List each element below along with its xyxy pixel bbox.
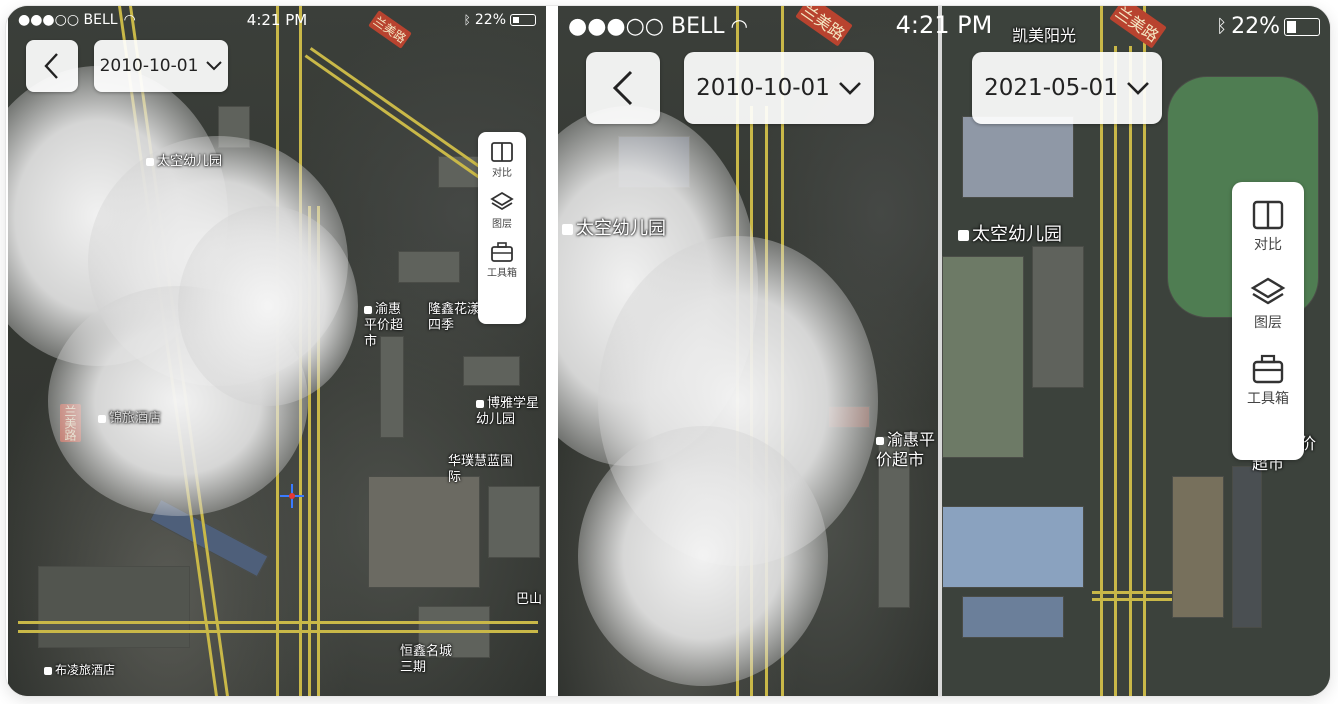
back-button[interactable] (26, 40, 78, 92)
poi-label[interactable]: 布凌旅酒店 (44, 662, 115, 678)
poi-label[interactable]: 太空幼儿园 (958, 224, 1062, 246)
location-marker-icon[interactable] (280, 484, 304, 508)
poi-label[interactable]: 太空幼儿园 (562, 218, 666, 240)
layers-icon (490, 191, 514, 211)
date-select-left[interactable]: 2010-10-01 (684, 52, 874, 124)
battery-status: ᛒ 22% (1216, 14, 1320, 39)
status-time: 4:21 PM (895, 11, 993, 39)
bluetooth-icon: ᛒ (1216, 16, 1228, 37)
cloud (578, 426, 828, 686)
toolbox-label: 工具箱 (1247, 391, 1289, 407)
battery-status: ᛒ 22% (464, 12, 536, 28)
status-time: 4:21 PM (246, 11, 308, 29)
date-select[interactable]: 2010-10-01 (94, 40, 228, 92)
chevron-down-icon (838, 82, 861, 95)
road-horizontal (1092, 591, 1172, 601)
compare-icon (1252, 200, 1284, 230)
layers-label: 图层 (492, 219, 512, 230)
map-toolbar: 对比 图层 工具箱 (478, 132, 526, 324)
toolbox-button[interactable]: 工具箱 (1247, 354, 1289, 408)
compare-split-line[interactable] (938, 6, 942, 696)
right-compare-panel[interactable]: 兰美路 太空幼儿园 渝惠平价超市 兰美路 太空幼儿园 价超市 凯美阳光 ●●●○… (558, 6, 1330, 696)
carrier-label: ●●●○○ BELL ◠ (568, 14, 748, 39)
battery-icon (1284, 17, 1320, 36)
panel-divider (546, 6, 558, 696)
poi-label[interactable]: 渝惠平价超市 (876, 430, 936, 470)
poi-label[interactable]: 锦旅酒店 (98, 411, 161, 427)
wifi-icon: ◠ (730, 14, 748, 38)
left-map-panel[interactable]: 兰美路 兰美路 太空幼儿园 渝惠平价超市 隆鑫花漾四季 博雅学星幼儿园 华璞慧蓝… (8, 6, 546, 696)
compare-button[interactable]: 对比 (491, 142, 513, 179)
toolbox-button[interactable]: 工具箱 (487, 242, 517, 279)
date-value: 2010-10-01 (99, 56, 199, 76)
poi-label[interactable]: 渝惠平价超市 (364, 302, 408, 350)
road-horizontal-bottom (18, 621, 538, 633)
chevron-left-icon (612, 70, 633, 106)
compare-label: 对比 (1254, 237, 1282, 253)
layers-label: 图层 (1254, 315, 1282, 331)
toolbox-icon (1252, 354, 1284, 384)
layers-button[interactable]: 图层 (1250, 276, 1286, 332)
status-bar: ●●●○○ BELL ◠ 4:21 PM ᛒ 22% (8, 6, 546, 34)
battery-icon (510, 14, 536, 26)
layers-icon (1250, 277, 1286, 305)
status-bar: ●●●○○ BELL ◠ 4:21 PM ᛒ 22% (558, 6, 1330, 46)
date-value-left: 2010-10-01 (696, 75, 830, 101)
compare-button[interactable]: 对比 (1252, 200, 1284, 254)
poi-label[interactable]: 巴山 (516, 592, 542, 608)
carrier-label: ●●●○○ BELL ◠ (18, 12, 136, 28)
date-select-right[interactable]: 2021-05-01 (972, 52, 1162, 124)
poi-label[interactable]: 太空幼儿园 (146, 154, 222, 170)
date-value-right: 2021-05-01 (984, 75, 1118, 101)
cloud (178, 206, 358, 406)
poi-label[interactable]: 博雅学星幼儿园 (476, 396, 544, 428)
chevron-down-icon (206, 61, 223, 71)
wifi-icon: ◠ (123, 12, 136, 28)
compare-label: 对比 (492, 168, 512, 179)
layers-button[interactable]: 图层 (490, 191, 514, 230)
app-frame: 兰美路 兰美路 太空幼儿园 渝惠平价超市 隆鑫花漾四季 博雅学星幼儿园 华璞慧蓝… (6, 6, 1330, 696)
chevron-down-icon (1126, 82, 1149, 95)
map-toolbar: 对比 图层 工具箱 (1232, 182, 1304, 460)
toolbox-icon (491, 242, 513, 262)
poi-label[interactable]: 华璞慧蓝国际 (448, 454, 518, 486)
poi-label[interactable]: 隆鑫花漾四季 (428, 302, 484, 334)
poi-label[interactable]: 恒鑫名城三期 (400, 644, 460, 676)
back-button[interactable] (586, 52, 660, 124)
compare-icon (491, 142, 513, 162)
toolbox-label: 工具箱 (487, 268, 517, 279)
bluetooth-icon: ᛒ (463, 13, 471, 27)
chevron-left-icon (44, 53, 58, 79)
